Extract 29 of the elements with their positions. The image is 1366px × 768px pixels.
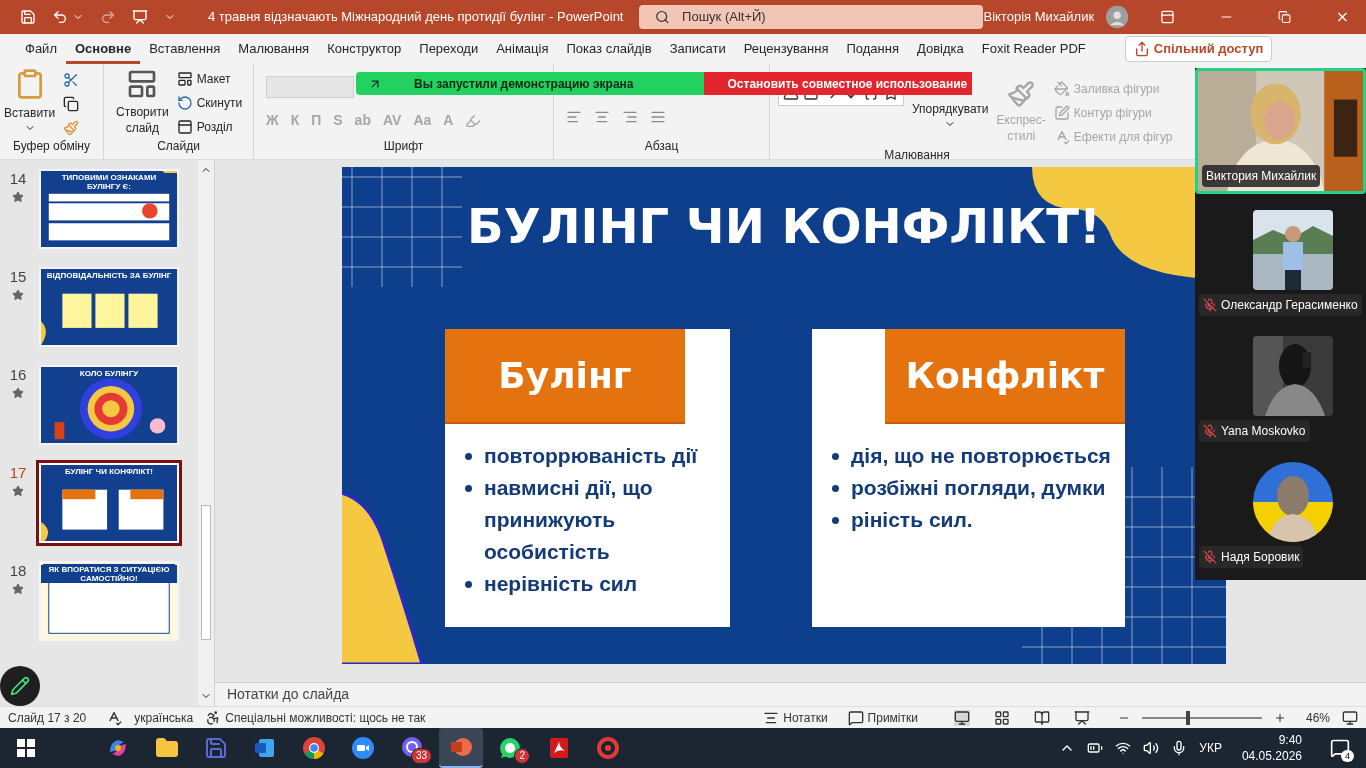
- group-label: Буфер обміну: [12, 138, 91, 155]
- slide-counter: Слайд 17 з 20: [8, 709, 87, 727]
- participant-name: Надя Боровик: [1221, 549, 1300, 566]
- card-heading: Конфлікт: [885, 329, 1125, 424]
- group-label: Шрифт: [382, 138, 425, 155]
- slide-title: БУЛІНГ ЧИ КОНФЛІКТ!: [467, 197, 1101, 255]
- bullet-text: повторрюваність дії: [484, 443, 698, 469]
- group-label: Абзац: [643, 138, 680, 155]
- bullet-text: нерівність сил: [484, 571, 638, 597]
- thumbnail-title: ЯК ВПОРАТИСЯ З СИТУАЦІЄЮ САМОСТІЙНО!: [41, 565, 177, 583]
- notification-count: 4: [1341, 750, 1354, 762]
- slide-number: 16: [9, 365, 27, 385]
- slide-number: 15: [9, 267, 27, 287]
- slide-number: 18: [9, 561, 27, 581]
- card-heading: Булінг: [445, 329, 685, 424]
- count-badge: 2: [514, 748, 530, 764]
- bullet-text: дія, що не повторюється: [851, 443, 1111, 469]
- group-label: Слайди: [156, 138, 201, 155]
- banner-text: Вы запустили демонстрацию экрана: [414, 75, 634, 93]
- group-label: Малювання: [883, 147, 951, 164]
- slide-number: 17: [9, 463, 27, 483]
- count-badge: 33: [410, 748, 432, 764]
- participant-name: Yana Moskovko: [1221, 423, 1306, 440]
- participant-name: Виктория Михайлик: [1206, 168, 1317, 185]
- bullet-text: ріність сил.: [851, 507, 973, 533]
- slide-number: 14: [9, 169, 27, 189]
- bullet-text: розбіжні погляди, думки: [851, 475, 1106, 501]
- participant-name: Олександр Герасименко: [1221, 297, 1358, 314]
- window-title: 4 травня відзначають Міжнародний день протидії булінг - PowerPoint: [208, 8, 624, 27]
